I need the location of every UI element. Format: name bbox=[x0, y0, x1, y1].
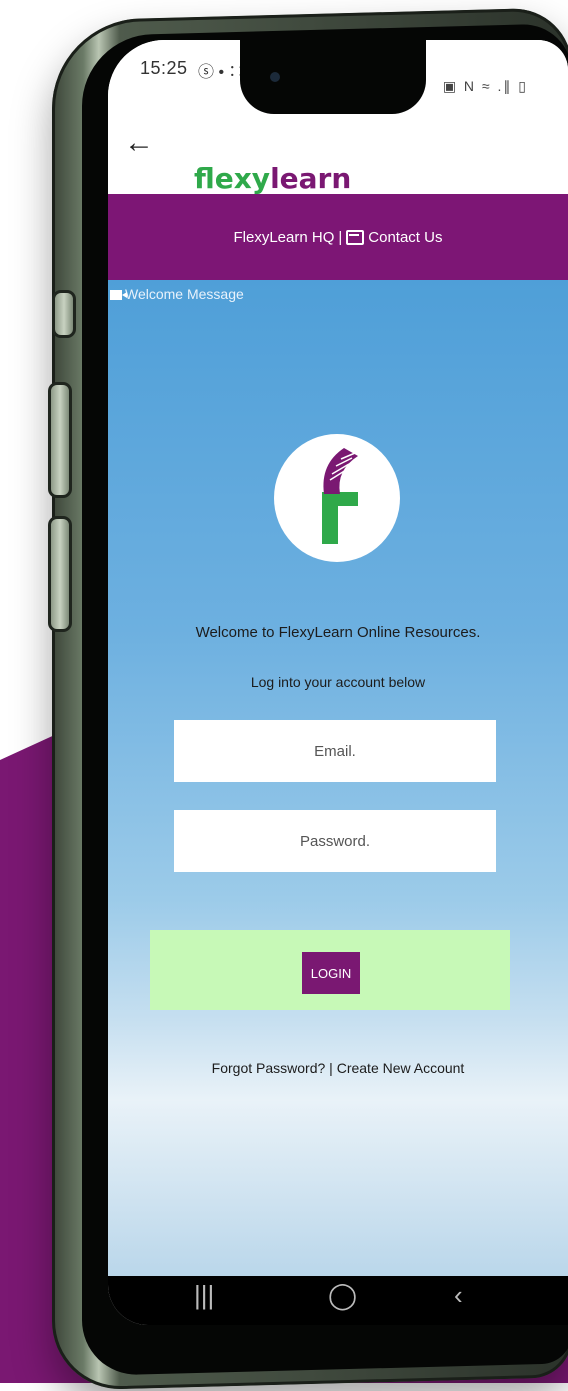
forgot-password-link[interactable]: Forgot Password? bbox=[212, 1060, 326, 1076]
phone-screen: 15:25 ⓢ • ∷ ▣ N ≈ .∥ ▯ ← flexylearn Flex… bbox=[108, 40, 568, 1325]
recents-icon[interactable]: ||| bbox=[194, 1280, 214, 1311]
create-account-link[interactable]: Create New Account bbox=[337, 1060, 465, 1076]
contact-us-link[interactable]: Contact Us bbox=[368, 229, 442, 246]
welcome-message-label: Welcome Message bbox=[125, 286, 244, 302]
welcome-text: Welcome to FlexyLearn Online Resources. bbox=[195, 624, 481, 641]
phone-volume-down-button bbox=[48, 516, 72, 632]
account-links: Forgot Password? | Create New Account bbox=[108, 1060, 568, 1076]
status-bar: 15:25 ⓢ • ∷ ▣ N ≈ .∥ ▯ bbox=[108, 40, 568, 114]
password-input[interactable] bbox=[174, 810, 496, 872]
status-time: 15:25 bbox=[140, 58, 188, 78]
system-nav-bar: ||| ◯ ‹ bbox=[108, 1276, 568, 1325]
back-arrow-icon[interactable]: ← bbox=[124, 126, 154, 160]
links-separator: | bbox=[325, 1060, 337, 1076]
app-logo bbox=[274, 434, 400, 562]
top-nav-bar: FlexyLearn HQ | Contact Us bbox=[108, 194, 568, 280]
welcome-message-link[interactable]: Welcome Message bbox=[110, 286, 244, 302]
brand-name-part1: flexy bbox=[194, 162, 271, 195]
email-input[interactable] bbox=[174, 720, 496, 782]
notification-icons: ⓢ • ∷ bbox=[198, 64, 245, 81]
status-icons: ▣ N ≈ .∥ ▯ bbox=[442, 78, 528, 94]
mail-icon bbox=[346, 229, 365, 245]
brand-logo: flexylearn bbox=[194, 162, 351, 195]
phone-notch bbox=[240, 40, 426, 114]
phone-silent-switch bbox=[52, 290, 76, 338]
login-prompt: Log into your account below bbox=[250, 674, 426, 690]
video-icon bbox=[110, 290, 127, 300]
login-button[interactable]: LOGIN bbox=[302, 952, 360, 994]
back-nav-icon[interactable]: ‹ bbox=[454, 1280, 463, 1311]
home-icon[interactable]: ◯ bbox=[328, 1280, 357, 1311]
hq-link[interactable]: FlexyLearn HQ bbox=[234, 229, 335, 246]
brand-name-part2: learn bbox=[270, 162, 352, 195]
flexylearn-logo-icon bbox=[322, 448, 358, 544]
nav-separator: | bbox=[338, 228, 343, 246]
phone-volume-up-button bbox=[48, 382, 72, 498]
login-content: Welcome Message Welcome to FlexyLearn On… bbox=[108, 280, 568, 1280]
camera-icon bbox=[270, 72, 280, 82]
